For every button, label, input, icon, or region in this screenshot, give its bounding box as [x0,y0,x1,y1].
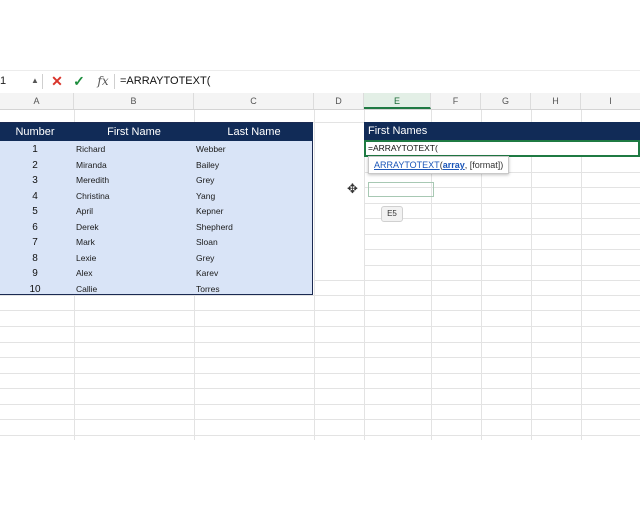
active-cell-formula[interactable]: =ARRAYTOTEXT( [368,142,438,155]
table-cell-last-name[interactable]: Bailey [196,158,219,174]
table-cell-number[interactable]: 9 [0,266,70,282]
cell-reference-badge: E5 [381,206,403,222]
table-header: Number First Name Last Name [0,123,313,141]
table-cell-first-name[interactable]: Callie [76,282,97,298]
table-cell-last-name[interactable]: Webber [196,142,226,158]
table-cell-last-name[interactable]: Grey [196,173,214,189]
table-cell-last-name[interactable]: Grey [196,251,214,267]
column-header-h[interactable]: H [531,93,581,109]
table-cell-number[interactable]: 4 [0,189,70,205]
column-header-a[interactable]: A [0,93,74,109]
table-cell-first-name[interactable]: April [76,204,93,220]
hover-cell-outline [368,182,434,197]
column-header-e[interactable]: E [364,93,431,109]
table-cell-last-name[interactable]: Sloan [196,235,218,251]
table-cell-first-name[interactable]: Alex [76,266,93,282]
table-cell-number[interactable]: 2 [0,158,70,174]
table-cell-number[interactable]: 8 [0,251,70,267]
table-cell-first-name[interactable]: Christina [76,189,110,205]
table-cell-number[interactable]: 6 [0,220,70,236]
first-names-header[interactable]: First Names [364,122,640,140]
column-header-c[interactable]: C [194,93,314,109]
formula-bar: 1 ▲ ✕ ✓ fx =ARRAYTOTEXT( [0,70,640,94]
table-cell-first-name[interactable]: Mark [76,235,95,251]
enter-icon[interactable]: ✓ [70,71,88,91]
table-cell-last-name[interactable]: Shepherd [196,220,233,236]
function-help-link[interactable]: ARRAYTOTEXT [374,160,440,170]
data-table: Number First Name Last Name 1 Richard We… [0,122,313,295]
active-cell-e3[interactable]: =ARRAYTOTEXT( [364,140,640,157]
column-header-f[interactable]: F [431,93,481,109]
header-first-name[interactable]: First Name [74,123,194,141]
table-cell-last-name[interactable]: Karev [196,266,218,282]
table-cell-number[interactable]: 5 [0,204,70,220]
table-cell-first-name[interactable]: Derek [76,220,99,236]
cancel-icon[interactable]: ✕ [48,71,66,91]
tooltip-arg-array[interactable]: array [443,160,465,170]
column-header-g[interactable]: G [481,93,531,109]
table-cell-first-name[interactable]: Miranda [76,158,107,174]
table-cell-number[interactable]: 3 [0,173,70,189]
table-cell-number[interactable]: 10 [0,282,70,298]
cross-cursor-icon: ✥ [347,181,358,196]
column-headers: A B C D E F G H I [0,93,640,110]
formula-bar-divider [42,74,43,89]
function-tooltip: ARRAYTOTEXT(array, [format]) [368,156,510,174]
table-cell-last-name[interactable]: Kepner [196,204,223,220]
table-cell-number[interactable]: 1 [0,142,70,158]
table-cell-last-name[interactable]: Yang [196,189,215,205]
formula-bar-divider [114,74,115,89]
first-names-label: First Names [368,125,428,137]
table-cell-first-name[interactable]: Meredith [76,173,109,189]
formula-input[interactable]: =ARRAYTOTEXT( [120,71,210,91]
table-cell-first-name[interactable]: Lexie [76,251,96,267]
column-header-i[interactable]: I [581,93,640,109]
insert-function-icon[interactable]: fx [94,71,112,91]
header-last-name[interactable]: Last Name [194,123,314,141]
header-number[interactable]: Number [0,123,70,141]
table-cell-number[interactable]: 7 [0,235,70,251]
table-cell-first-name[interactable]: Richard [76,142,105,158]
column-header-d[interactable]: D [314,93,364,109]
column-header-b[interactable]: B [74,93,194,109]
tooltip-rest: , [format]) [464,160,504,170]
table-cell-last-name[interactable]: Torres [196,282,220,298]
name-box-dropdown-icon[interactable]: ▲ [30,71,40,91]
